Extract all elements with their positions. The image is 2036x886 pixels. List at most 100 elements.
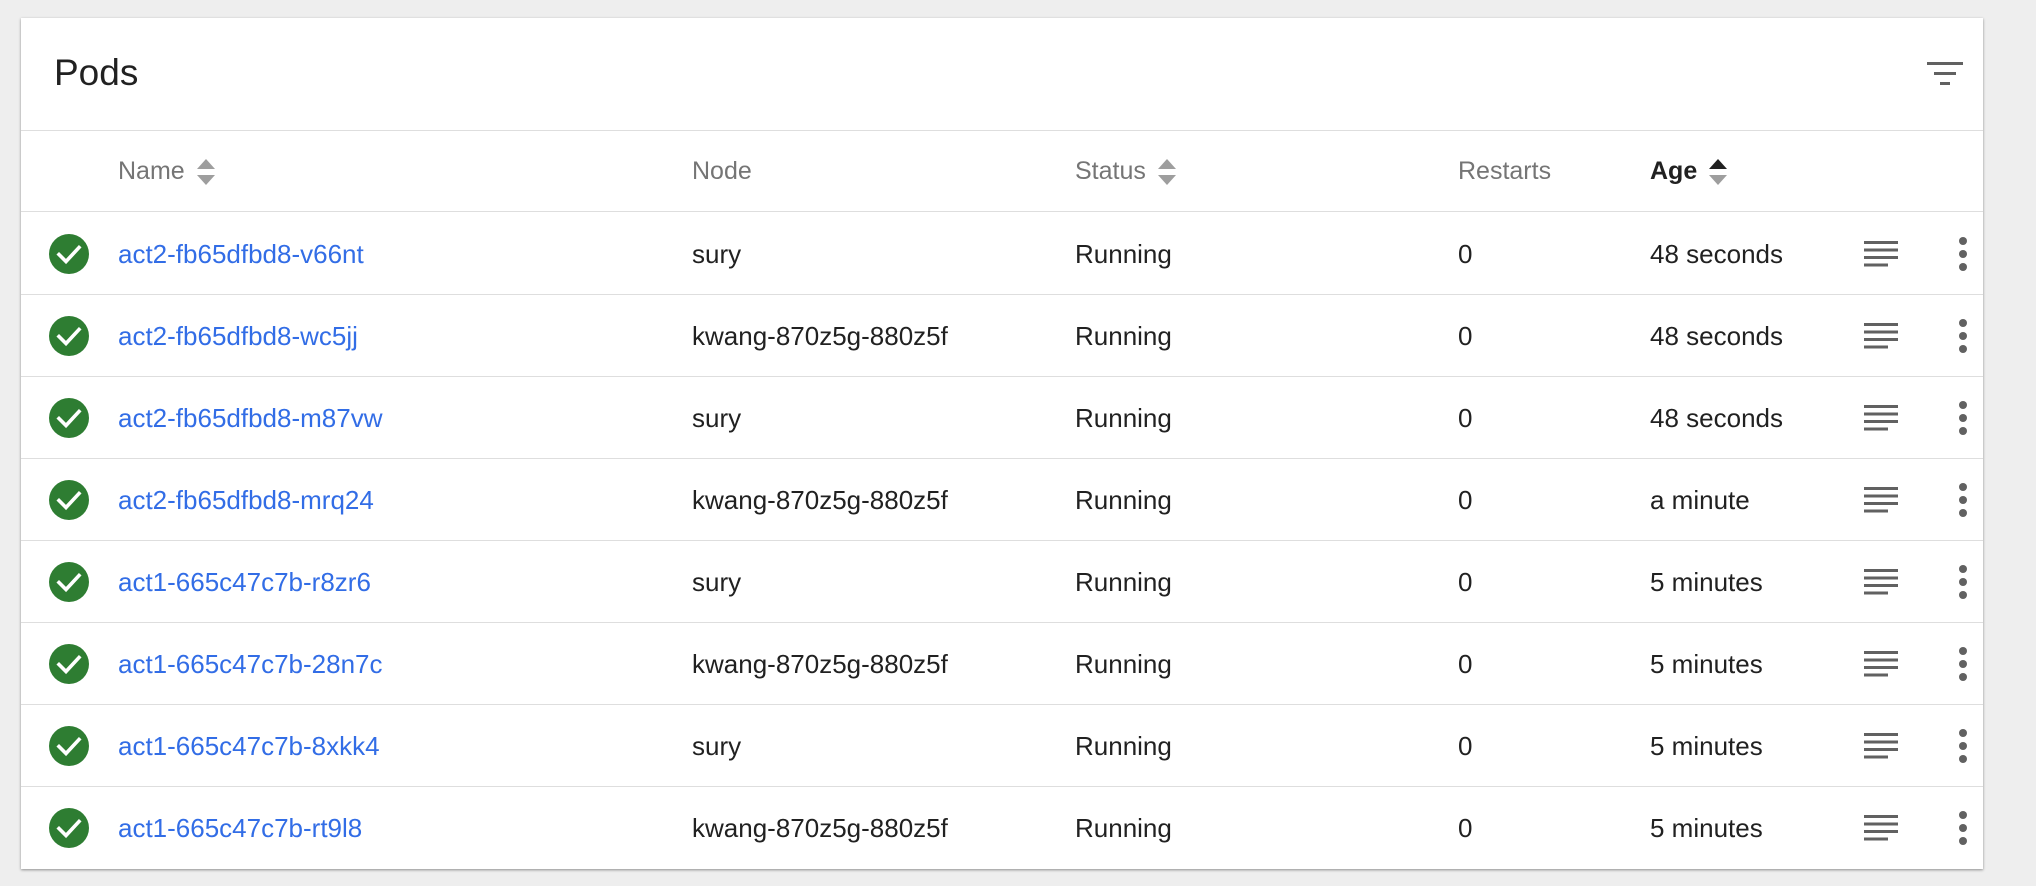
column-header-age[interactable]: Age <box>1650 131 1729 212</box>
pod-name-link[interactable]: act1-665c47c7b-rt9l8 <box>118 787 362 869</box>
row-menu-button[interactable] <box>1943 480 1983 520</box>
more-vert-icon <box>1959 811 1967 845</box>
pod-name-link[interactable]: act1-665c47c7b-r8zr6 <box>118 541 371 623</box>
pod-name-link[interactable]: act2-fb65dfbd8-m87vw <box>118 377 382 459</box>
more-vert-icon <box>1959 319 1967 353</box>
pod-age: 48 seconds <box>1650 238 1783 269</box>
more-vert-icon <box>1959 483 1967 517</box>
pod-restarts: 0 <box>1458 484 1473 515</box>
logs-button[interactable] <box>1861 726 1901 766</box>
more-vert-icon <box>1959 647 1967 681</box>
logs-icon <box>1864 651 1898 677</box>
pod-node: sury <box>692 566 742 597</box>
check-circle-icon <box>49 726 89 766</box>
pod-status: Running <box>1075 566 1172 597</box>
pod-age: 48 seconds <box>1650 320 1783 351</box>
logs-icon <box>1864 241 1898 267</box>
pod-node: sury <box>692 730 742 761</box>
check-circle-icon <box>49 480 89 520</box>
pod-node: kwang-870z5g-880z5f <box>692 484 948 515</box>
pod-restarts: 0 <box>1458 730 1473 761</box>
logs-icon <box>1864 569 1898 595</box>
column-header-node-label: Node <box>692 157 752 185</box>
sort-icon <box>1157 158 1176 185</box>
pod-node: sury <box>692 402 742 433</box>
table-row: act1-665c47c7b-r8zr6 sury Running 0 5 mi… <box>21 541 1983 623</box>
pod-restarts: 0 <box>1458 648 1473 679</box>
logs-button[interactable] <box>1861 234 1901 274</box>
card-header: Pods <box>21 18 1983 131</box>
pod-name-link[interactable]: act1-665c47c7b-28n7c <box>118 623 383 705</box>
pod-status: Running <box>1075 730 1172 761</box>
column-header-age-label: Age <box>1650 157 1698 185</box>
column-header-restarts: Restarts <box>1458 131 1551 212</box>
table-row: act2-fb65dfbd8-wc5jj kwang-870z5g-880z5f… <box>21 295 1983 377</box>
row-menu-button[interactable] <box>1943 398 1983 438</box>
more-vert-icon <box>1959 565 1967 599</box>
row-menu-button[interactable] <box>1943 316 1983 356</box>
logs-icon <box>1864 733 1898 759</box>
pod-node: kwang-870z5g-880z5f <box>692 812 948 843</box>
table-row: act1-665c47c7b-rt9l8 kwang-870z5g-880z5f… <box>21 787 1983 869</box>
row-menu-button[interactable] <box>1943 644 1983 684</box>
table-row: act1-665c47c7b-28n7c kwang-870z5g-880z5f… <box>21 623 1983 705</box>
sort-ascending-icon <box>1709 158 1728 185</box>
filter-button[interactable] <box>1921 54 1969 94</box>
check-circle-icon <box>49 398 89 438</box>
logs-icon <box>1864 405 1898 431</box>
column-header-status-label: Status <box>1075 157 1146 185</box>
table-row: act2-fb65dfbd8-mrq24 kwang-870z5g-880z5f… <box>21 459 1983 541</box>
pod-node: sury <box>692 238 742 269</box>
column-header-node: Node <box>692 131 752 212</box>
logs-icon <box>1864 323 1898 349</box>
pod-restarts: 0 <box>1458 566 1473 597</box>
pod-name-link[interactable]: act1-665c47c7b-8xkk4 <box>118 705 380 787</box>
column-header-restarts-label: Restarts <box>1458 157 1552 185</box>
pod-status: Running <box>1075 402 1172 433</box>
pod-name-link[interactable]: act2-fb65dfbd8-mrq24 <box>118 459 374 541</box>
column-header-status[interactable]: Status <box>1075 131 1178 212</box>
pod-age: 5 minutes <box>1650 730 1763 761</box>
sort-icon <box>196 158 215 185</box>
check-circle-icon <box>49 808 89 848</box>
pod-status: Running <box>1075 648 1172 679</box>
table-row: act1-665c47c7b-8xkk4 sury Running 0 5 mi… <box>21 705 1983 787</box>
column-header-name-label: Name <box>118 157 185 185</box>
pod-age: 5 minutes <box>1650 566 1763 597</box>
pod-name-link[interactable]: act2-fb65dfbd8-wc5jj <box>118 295 358 377</box>
logs-button[interactable] <box>1861 808 1901 848</box>
pod-node: kwang-870z5g-880z5f <box>692 320 948 351</box>
pod-status: Running <box>1075 320 1172 351</box>
pod-age: 48 seconds <box>1650 402 1783 433</box>
pod-age: a minute <box>1650 484 1750 515</box>
pods-card: Pods Name Node Status Restarts Age act2-… <box>21 18 1983 869</box>
filter-list-icon <box>1927 62 1963 85</box>
pod-restarts: 0 <box>1458 812 1473 843</box>
logs-icon <box>1864 487 1898 513</box>
pod-restarts: 0 <box>1458 402 1473 433</box>
logs-button[interactable] <box>1861 316 1901 356</box>
pod-restarts: 0 <box>1458 238 1473 269</box>
pod-status: Running <box>1075 238 1172 269</box>
pod-node: kwang-870z5g-880z5f <box>692 648 948 679</box>
logs-button[interactable] <box>1861 398 1901 438</box>
check-circle-icon <box>49 316 89 356</box>
logs-button[interactable] <box>1861 562 1901 602</box>
table-header: Name Node Status Restarts Age <box>21 131 1983 212</box>
more-vert-icon <box>1959 237 1967 271</box>
more-vert-icon <box>1959 401 1967 435</box>
row-menu-button[interactable] <box>1943 808 1983 848</box>
column-header-name[interactable]: Name <box>118 131 217 212</box>
pod-name-link[interactable]: act2-fb65dfbd8-v66nt <box>118 213 364 295</box>
table-row: act2-fb65dfbd8-m87vw sury Running 0 48 s… <box>21 377 1983 459</box>
check-circle-icon <box>49 562 89 602</box>
pod-status: Running <box>1075 484 1172 515</box>
row-menu-button[interactable] <box>1943 562 1983 602</box>
table-row: act2-fb65dfbd8-v66nt sury Running 0 48 s… <box>21 213 1983 295</box>
row-menu-button[interactable] <box>1943 234 1983 274</box>
pod-age: 5 minutes <box>1650 812 1763 843</box>
logs-button[interactable] <box>1861 480 1901 520</box>
logs-button[interactable] <box>1861 644 1901 684</box>
more-vert-icon <box>1959 729 1967 763</box>
row-menu-button[interactable] <box>1943 726 1983 766</box>
